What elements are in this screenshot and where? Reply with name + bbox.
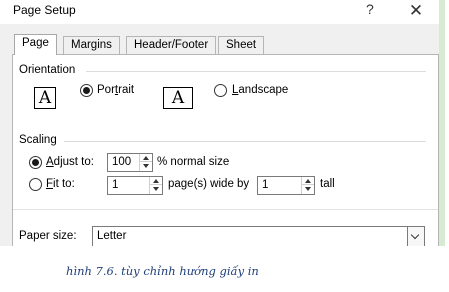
pages-wide-spin-buttons (149, 177, 162, 194)
paper-size-select[interactable]: Letter (92, 226, 425, 246)
chevron-down-icon[interactable] (407, 227, 424, 246)
landscape-page-icon: A (163, 87, 193, 109)
orientation-heading: Orientation (19, 64, 76, 76)
tab-page[interactable]: Page (14, 34, 57, 55)
dialog-title: Page Setup (13, 3, 76, 17)
pages-tall-value[interactable]: 1 (262, 179, 268, 191)
pages-wide-value[interactable]: 1 (112, 179, 118, 191)
portrait-label[interactable]: Portrait (97, 84, 134, 96)
tab-header-footer[interactable]: Header/Footer (126, 36, 217, 54)
adjust-to-stepper[interactable]: 100 (107, 153, 153, 172)
pages-wide-stepper[interactable]: 1 (107, 176, 163, 195)
page-tab-panel (12, 54, 439, 246)
pages-tall-increase-button[interactable] (302, 177, 314, 185)
pages-tall-label: tall (320, 178, 335, 190)
portrait-page-icon: A (34, 87, 56, 109)
paper-size-label: Paper size: (19, 230, 77, 242)
adjust-to-increase-button[interactable] (140, 154, 152, 162)
orientation-separator (86, 71, 426, 72)
adjust-to-decrease-button[interactable] (140, 162, 152, 170)
pages-tall-stepper[interactable]: 1 (257, 176, 315, 195)
adjust-to-radio[interactable] (29, 156, 42, 169)
background-window-edge (439, 0, 445, 246)
section-divider (13, 209, 438, 210)
landscape-label[interactable]: Landscape (232, 84, 288, 96)
close-button[interactable]: ✕ (404, 0, 428, 22)
page-setup-dialog: Page Setup ? ✕ Page Margins Header/Foote… (0, 0, 445, 246)
adjust-to-spin-buttons (139, 154, 152, 171)
adjust-to-value[interactable]: 100 (112, 156, 131, 168)
figure-caption: hình 7.6. tùy chỉnh hướng giấy in (66, 264, 259, 278)
pages-tall-spin-buttons (301, 177, 314, 194)
adjust-to-label[interactable]: Adjust to: (46, 156, 94, 168)
pages-wide-decrease-button[interactable] (150, 185, 162, 193)
landscape-radio[interactable] (214, 84, 227, 97)
scaling-separator (64, 141, 426, 142)
pages-wide-label: page(s) wide by (168, 178, 250, 190)
paper-size-value[interactable]: Letter (97, 230, 126, 242)
scaling-heading: Scaling (19, 134, 57, 146)
fit-to-label[interactable]: Fit to: (46, 178, 75, 190)
title-bar: Page Setup ? ✕ (0, 0, 445, 24)
fit-to-radio[interactable] (29, 178, 42, 191)
portrait-radio[interactable] (80, 84, 93, 97)
pages-wide-increase-button[interactable] (150, 177, 162, 185)
help-button[interactable]: ? (366, 1, 374, 17)
pages-tall-decrease-button[interactable] (302, 185, 314, 193)
tab-sheet[interactable]: Sheet (218, 36, 265, 54)
tab-margins[interactable]: Margins (63, 36, 120, 54)
normal-size-label: % normal size (157, 156, 230, 168)
